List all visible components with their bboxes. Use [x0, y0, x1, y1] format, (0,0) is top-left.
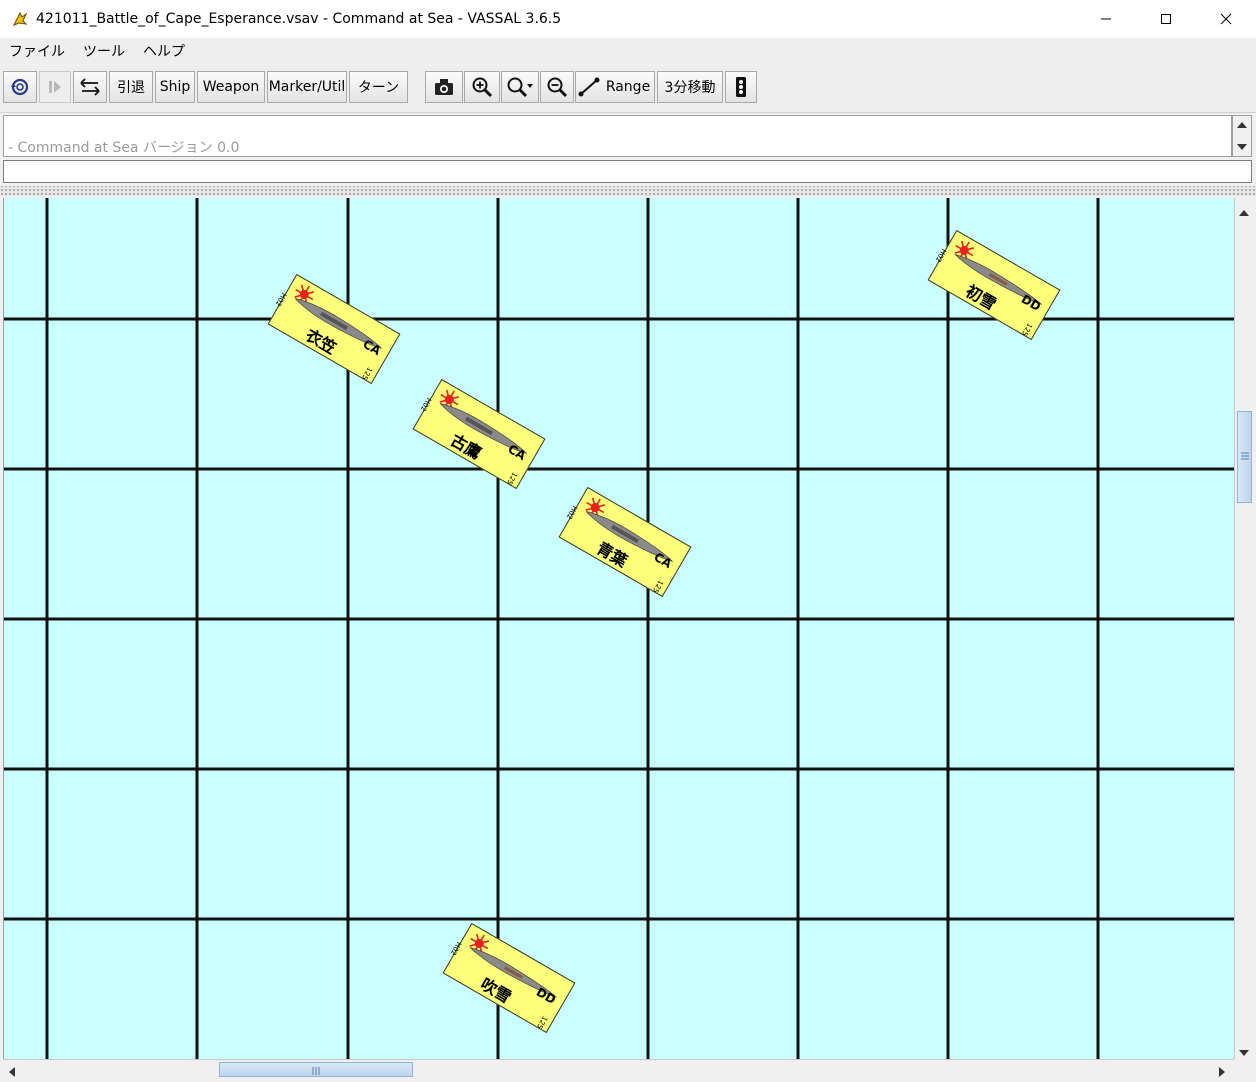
menu-bar: ファイル ツール ヘルプ — [0, 38, 1256, 64]
minimize-button[interactable] — [1076, 0, 1136, 38]
splitter-handle[interactable] — [0, 186, 1256, 196]
scroll-down-arrow-icon[interactable] — [1236, 142, 1248, 152]
turn-button[interactable]: ターン — [349, 71, 408, 103]
ship-label: Ship — [159, 79, 191, 95]
marker-util-label: Marker/Util — [268, 79, 346, 95]
maximize-button[interactable] — [1136, 0, 1196, 38]
step-forward-button[interactable] — [39, 71, 71, 103]
ship-class: DD — [533, 984, 559, 1007]
ship-code-right: 125 — [650, 578, 665, 595]
scroll-left-arrow-icon[interactable] — [9, 1065, 15, 1081]
camera-icon — [435, 79, 453, 95]
ship-button[interactable]: Ship — [155, 71, 195, 103]
weapon-label: Weapon — [202, 79, 260, 95]
chat-input[interactable] — [3, 160, 1252, 183]
zoom-out-icon — [547, 77, 568, 98]
maximize-icon — [1161, 14, 1171, 24]
retreat-button[interactable]: 引退 — [109, 71, 153, 103]
counter-button[interactable] — [725, 71, 757, 103]
chat-log-line: - Command at Sea バージョン 0.0 — [8, 140, 240, 156]
chat-log-scrollbar[interactable] — [1232, 115, 1252, 157]
three-minute-move-button[interactable]: 3分移動 — [657, 71, 723, 103]
title-bar: 421011_Battle_of_Cape_Esperance.vsav - C… — [0, 0, 1256, 38]
menu-tools[interactable]: ツール — [74, 41, 134, 61]
range-button[interactable]: Range — [575, 71, 655, 103]
ship-code-right: 125 — [1019, 321, 1034, 338]
scroll-down-arrow-icon[interactable] — [1239, 1044, 1249, 1060]
screenshot-button[interactable] — [425, 71, 463, 103]
horizontal-scroll-thumb[interactable] — [219, 1062, 413, 1077]
undo-icon — [11, 78, 29, 96]
vassal-app-icon — [12, 11, 28, 27]
menu-help[interactable]: ヘルプ — [134, 41, 194, 61]
weapon-button[interactable]: Weapon — [197, 71, 265, 103]
ship-code-right: 125 — [359, 365, 374, 382]
ship-code-right: 125 — [504, 470, 519, 487]
undo-button[interactable] — [3, 71, 37, 103]
turn-label: ターン — [357, 80, 400, 96]
menu-file[interactable]: ファイル — [0, 41, 74, 61]
map-horizontal-scrollbar[interactable] — [3, 1059, 1234, 1079]
three-minute-move-label: 3分移動 — [664, 80, 716, 96]
step-forward-icon — [49, 81, 61, 93]
toolbar: 引退 Ship Weapon Marker/Util ターン Range 3分移… — [0, 66, 1256, 113]
zoom-select-button[interactable] — [501, 71, 539, 103]
marker-util-button[interactable]: Marker/Util — [267, 71, 347, 103]
retreat-label: 引退 — [117, 80, 145, 96]
scroll-up-arrow-icon[interactable] — [1236, 120, 1248, 130]
scrollbar-corner — [1234, 1059, 1254, 1079]
zoom-select-icon — [507, 77, 533, 98]
zoom-out-button[interactable] — [540, 71, 574, 103]
map-grid — [4, 198, 1234, 1059]
traffic-light-icon — [736, 77, 746, 97]
zoom-in-icon — [472, 77, 493, 98]
chat-log[interactable]: - Command at Sea バージョン 0.0 — [3, 115, 1232, 157]
range-label: Range — [605, 79, 651, 95]
minimize-icon — [1101, 18, 1111, 20]
game-map[interactable]: 衣笠 CA H02 125 古鷹 CA H02 125 青葉 CA H02 12 — [3, 198, 1234, 1059]
sync-button[interactable] — [73, 71, 107, 103]
scroll-right-arrow-icon[interactable] — [1219, 1065, 1225, 1081]
ship-code-right: 125 — [534, 1014, 549, 1031]
swap-arrows-icon — [80, 78, 100, 96]
window-title: 421011_Battle_of_Cape_Esperance.vsav - C… — [36, 11, 562, 27]
close-icon — [1220, 13, 1232, 25]
map-vertical-scrollbar[interactable] — [1234, 198, 1254, 1059]
zoom-in-button[interactable] — [464, 71, 500, 103]
vertical-scroll-thumb[interactable] — [1237, 411, 1252, 503]
ruler-line-icon — [578, 77, 600, 97]
ship-class: DD — [1018, 291, 1044, 314]
scroll-up-arrow-icon[interactable] — [1239, 204, 1249, 220]
close-button[interactable] — [1196, 0, 1256, 38]
